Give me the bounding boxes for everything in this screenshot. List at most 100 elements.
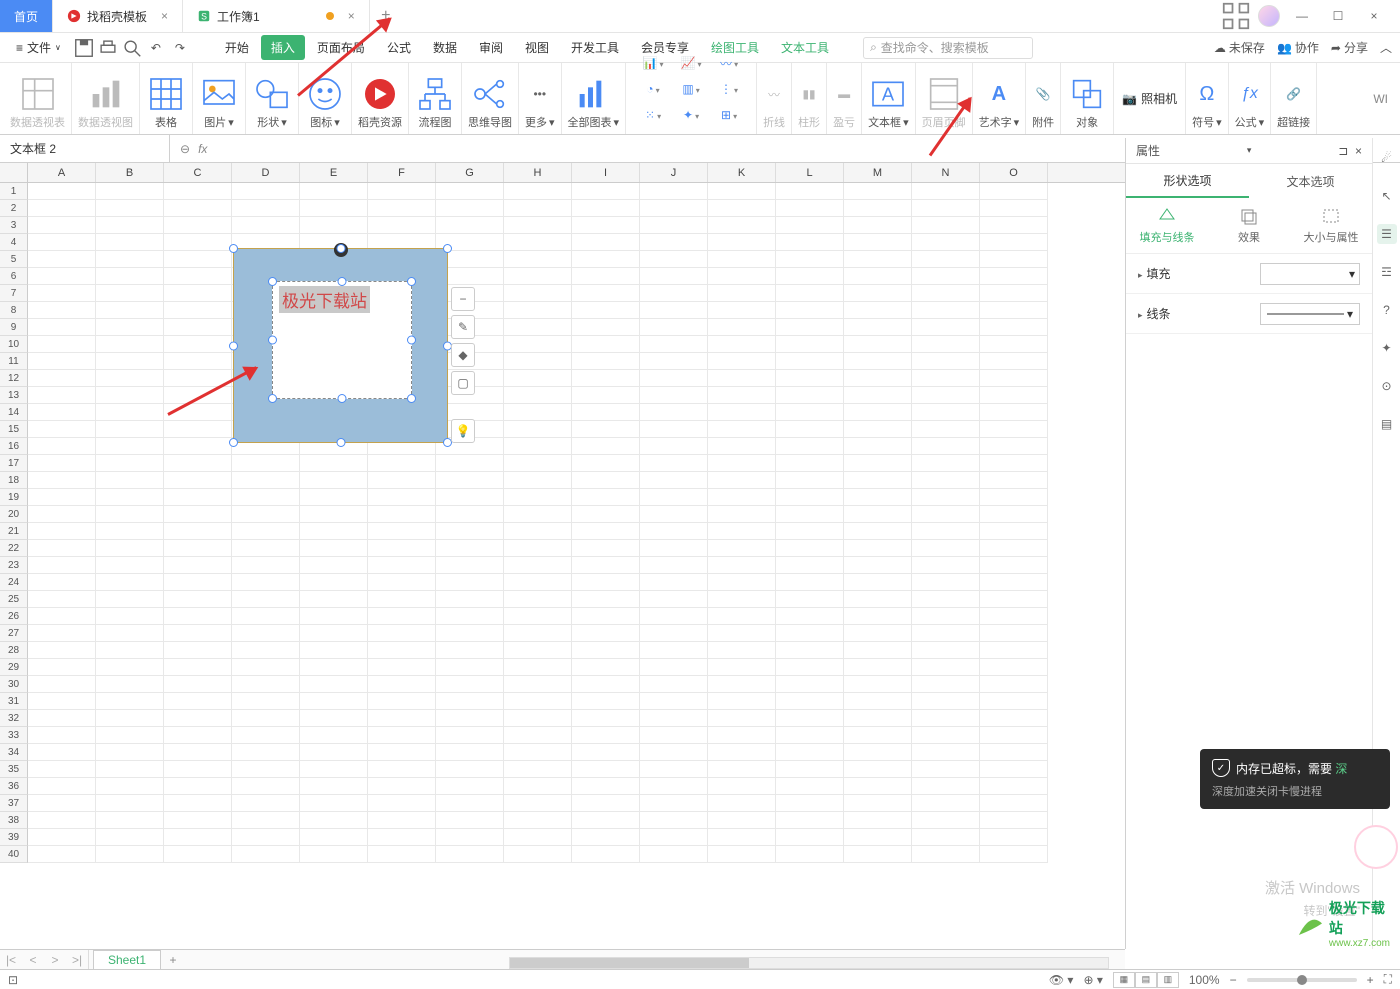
col-header[interactable]: G [436, 163, 504, 182]
apps-icon[interactable] [1222, 2, 1250, 30]
cell[interactable] [572, 336, 640, 353]
pivot-chart-button[interactable]: 数据透视图 [72, 63, 140, 134]
cell[interactable] [776, 710, 844, 727]
cell[interactable] [28, 404, 96, 421]
cell[interactable] [708, 217, 776, 234]
cell[interactable] [164, 472, 232, 489]
cell[interactable] [368, 591, 436, 608]
cell[interactable] [164, 608, 232, 625]
cell[interactable] [776, 336, 844, 353]
col-header[interactable]: D [232, 163, 300, 182]
cell[interactable] [980, 608, 1048, 625]
sparkline-line-button[interactable]: 〰折线 [757, 63, 792, 134]
symbol-button[interactable]: Ω符号▾ [1186, 63, 1229, 134]
cell[interactable] [436, 472, 504, 489]
cell[interactable] [504, 829, 572, 846]
picture-button[interactable]: 图片▾ [193, 63, 246, 134]
cell[interactable] [572, 540, 640, 557]
sheet-prev-icon[interactable]: < [22, 950, 44, 970]
shape-button[interactable]: 形状▾ [246, 63, 299, 134]
cell[interactable] [844, 319, 912, 336]
cell[interactable] [980, 438, 1048, 455]
avatar[interactable] [1258, 5, 1280, 27]
cell[interactable] [708, 557, 776, 574]
cell[interactable] [980, 183, 1048, 200]
table-button[interactable]: 表格 [140, 63, 193, 134]
cell[interactable] [504, 217, 572, 234]
cell[interactable] [776, 642, 844, 659]
row-header[interactable]: 19 [0, 489, 28, 506]
cell[interactable] [640, 370, 708, 387]
cell[interactable] [572, 812, 640, 829]
cell[interactable] [96, 744, 164, 761]
cell[interactable] [368, 455, 436, 472]
row-header[interactable]: 10 [0, 336, 28, 353]
cell[interactable] [640, 285, 708, 302]
col-header[interactable]: I [572, 163, 640, 182]
cell[interactable] [980, 370, 1048, 387]
cell[interactable] [980, 200, 1048, 217]
cell[interactable] [640, 251, 708, 268]
allcharts-button[interactable]: 全部图表▾ [562, 63, 627, 134]
cell[interactable] [164, 251, 232, 268]
cell[interactable] [164, 727, 232, 744]
cell[interactable] [164, 574, 232, 591]
cell[interactable] [96, 319, 164, 336]
props-tab-text[interactable]: 文本选项 [1249, 164, 1372, 198]
sheet-next-icon[interactable]: > [44, 950, 66, 970]
cell[interactable] [300, 659, 368, 676]
row-header[interactable]: 36 [0, 778, 28, 795]
prop-line-row[interactable]: ▸线条 ▾ [1126, 294, 1372, 334]
cell[interactable] [28, 540, 96, 557]
cell[interactable] [28, 744, 96, 761]
cell[interactable] [844, 659, 912, 676]
cell[interactable] [28, 387, 96, 404]
cell[interactable] [708, 455, 776, 472]
rail-doc-icon[interactable]: ▤ [1377, 414, 1397, 434]
cell[interactable] [164, 200, 232, 217]
tab-view[interactable]: 视图 [515, 35, 559, 60]
cell[interactable] [436, 778, 504, 795]
cell[interactable] [504, 489, 572, 506]
cell[interactable] [844, 591, 912, 608]
cell[interactable] [96, 523, 164, 540]
cell[interactable] [300, 183, 368, 200]
cell[interactable] [436, 676, 504, 693]
cell[interactable] [164, 302, 232, 319]
cell[interactable] [28, 591, 96, 608]
mascot-icon[interactable] [1354, 825, 1398, 869]
cell[interactable] [232, 676, 300, 693]
cell[interactable] [640, 489, 708, 506]
cell[interactable] [232, 557, 300, 574]
cell[interactable] [504, 591, 572, 608]
cell[interactable] [96, 285, 164, 302]
cell[interactable] [96, 761, 164, 778]
cell[interactable] [300, 676, 368, 693]
tab-text-tools[interactable]: 文本工具 [771, 35, 839, 60]
cell[interactable] [640, 710, 708, 727]
object-button[interactable]: 对象 [1061, 63, 1114, 134]
cell[interactable] [640, 200, 708, 217]
cell[interactable] [164, 846, 232, 863]
cell[interactable] [572, 472, 640, 489]
cell[interactable] [640, 302, 708, 319]
resize-handle[interactable] [336, 438, 345, 447]
resize-handle[interactable] [229, 244, 238, 253]
cell[interactable] [980, 234, 1048, 251]
cell[interactable] [436, 574, 504, 591]
cell[interactable] [436, 557, 504, 574]
cell[interactable] [28, 710, 96, 727]
edit-tool-icon[interactable]: ✎ [451, 315, 475, 339]
cell[interactable] [504, 795, 572, 812]
cell[interactable] [572, 676, 640, 693]
cell[interactable] [164, 625, 232, 642]
cell[interactable] [28, 370, 96, 387]
cell[interactable] [912, 659, 980, 676]
row-header[interactable]: 23 [0, 557, 28, 574]
cell[interactable] [912, 302, 980, 319]
cell[interactable] [300, 217, 368, 234]
resize-handle[interactable] [443, 244, 452, 253]
share-button[interactable]: ➦分享 [1331, 39, 1368, 56]
textbox-inner[interactable]: 极光下载站 [272, 281, 412, 399]
row-header[interactable]: 6 [0, 268, 28, 285]
